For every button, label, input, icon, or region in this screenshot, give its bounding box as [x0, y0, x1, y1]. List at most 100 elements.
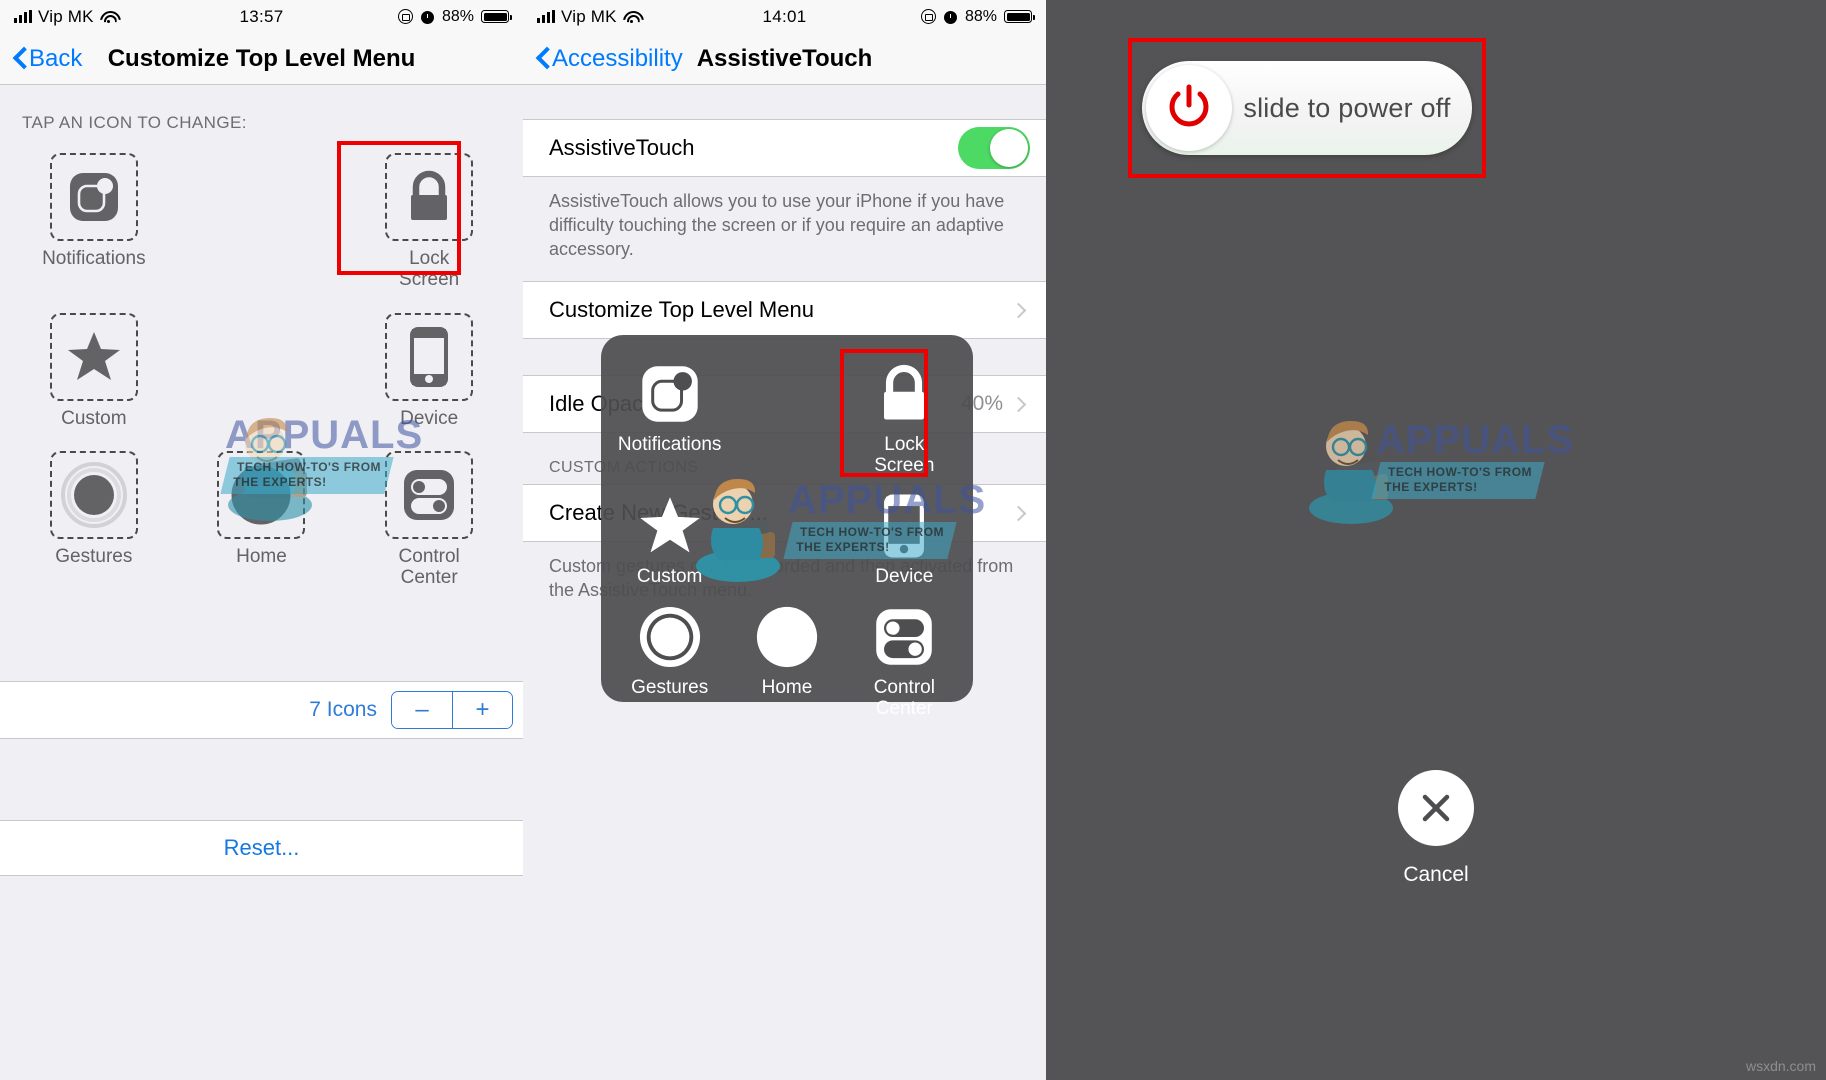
menu-item-home[interactable]: Home — [728, 600, 845, 720]
chevron-right-icon — [1010, 302, 1027, 319]
battery-icon — [1004, 10, 1035, 23]
chevron-left-icon — [14, 47, 27, 70]
icon-cell-notifications[interactable]: Notifications — [14, 153, 174, 291]
close-icon — [1422, 794, 1450, 822]
panel-customize-top-level-menu: Vip MK 13:57 88% Back Customize Top Leve… — [0, 0, 523, 1080]
alarm-icon — [420, 9, 435, 24]
home-icon — [756, 606, 818, 667]
menu-item-gestures[interactable]: Gestures — [611, 600, 728, 720]
slide-to-power-off-slider[interactable]: slide to power off — [1142, 61, 1472, 155]
menu-item-label: Device — [875, 565, 934, 587]
assistivetouch-toggle[interactable] — [958, 127, 1030, 169]
back-button[interactable]: Back — [0, 45, 82, 73]
alarm-icon — [943, 9, 958, 24]
slide-to-power-off-highlight: slide to power off — [1128, 38, 1486, 178]
menu-item-lock-screen[interactable]: Lock Screen — [839, 349, 963, 477]
power-slider-knob[interactable] — [1146, 65, 1232, 151]
battery-percent-label: 88% — [441, 7, 474, 25]
three-screenshot-strip: Vip MK 13:57 88% Back Customize Top Leve… — [0, 0, 1826, 1080]
back-button-label: Back — [29, 44, 83, 72]
icon-slot — [217, 450, 306, 539]
lock-icon — [884, 364, 925, 420]
tap-icon-caption: TAP AN ICON TO CHANGE: — [22, 113, 247, 132]
menu-item-empty-1 — [728, 357, 845, 477]
rotation-lock-icon — [397, 9, 413, 24]
icon-cell-device[interactable]: Device — [349, 312, 509, 429]
icon-cell-lock-screen[interactable]: Lock Screen — [337, 141, 509, 291]
nav-bar-panel2: Accessibility AssistiveTouch — [523, 33, 1046, 85]
menu-item-device[interactable]: Device — [846, 489, 963, 588]
icon-slot — [385, 450, 474, 539]
watermark-line-1: TECH HOW-TO'S FROM — [1387, 465, 1533, 479]
power-icon — [1169, 84, 1209, 127]
assistivetouch-label: AssistiveTouch — [549, 135, 695, 160]
icon-cell-control-center[interactable]: Control Center — [349, 450, 509, 589]
notifications-icon — [641, 366, 698, 422]
menu-item-label: Lock Screen — [874, 434, 935, 476]
chevron-right-icon — [1010, 505, 1027, 522]
icon-label: Custom — [61, 407, 127, 429]
panel3-content: slide to power off APPUALS TECH HOW-TO'S… — [1046, 0, 1826, 1080]
menu-item-control-center[interactable]: Control Center — [846, 600, 963, 720]
icon-slot — [385, 153, 474, 241]
assistivetouch-toggle-row[interactable]: AssistiveTouch — [523, 119, 1046, 177]
chevron-right-icon — [1010, 396, 1027, 413]
panel2-content: AssistiveTouch AssistiveTouch allows you… — [523, 85, 1046, 1080]
icon-count-stepper[interactable]: – + — [391, 691, 513, 729]
panel-power-off: slide to power off APPUALS TECH HOW-TO'S… — [1046, 0, 1826, 1080]
menu-item-label: Notifications — [617, 434, 722, 455]
rotation-lock-icon — [920, 9, 936, 24]
reset-label: Reset... — [223, 835, 300, 860]
watermark-word: APPUALS — [1376, 418, 1575, 462]
back-to-accessibility-button[interactable]: Accessibility — [523, 45, 683, 73]
icon-slot — [633, 600, 707, 674]
icon-slot — [49, 450, 138, 539]
icon-cell-empty-1 — [181, 153, 341, 291]
icon-slot — [867, 357, 941, 431]
control-center-icon — [876, 608, 933, 665]
reset-row[interactable]: Reset... — [0, 820, 523, 876]
notifications-icon — [69, 173, 118, 221]
status-bar-panel1: Vip MK 13:57 88% — [0, 0, 523, 33]
customize-top-level-menu-row[interactable]: Customize Top Level Menu — [523, 281, 1046, 340]
slide-to-power-off-label: slide to power off — [1243, 92, 1451, 123]
status-right-group: 88% — [920, 7, 1035, 26]
icon-cell-gestures[interactable]: Gestures — [14, 450, 174, 589]
gestures-icon — [639, 606, 700, 667]
battery-icon — [481, 10, 512, 23]
back-button-label: Accessibility — [552, 44, 683, 72]
icon-count-label: 7 Icons — [309, 698, 377, 721]
menu-item-label: Gestures — [631, 676, 709, 698]
icon-cell-empty-2 — [181, 313, 341, 429]
gestures-icon — [60, 461, 127, 528]
device-icon — [410, 326, 449, 387]
icon-slot — [49, 312, 138, 401]
icon-label: Lock Screen — [399, 248, 460, 291]
device-icon — [884, 494, 925, 558]
menu-item-custom[interactable]: Custom — [611, 489, 728, 588]
decrement-icons-button[interactable]: – — [392, 692, 452, 728]
icon-label: Device — [400, 407, 459, 429]
icon-slot — [385, 312, 474, 401]
icon-slot — [49, 153, 138, 241]
watermark-tagline: TECH HOW-TO'S FROM THE EXPERTS! — [1371, 462, 1545, 499]
icon-label: Control Center — [398, 545, 460, 589]
menu-item-notifications[interactable]: Notifications — [611, 357, 728, 477]
icon-cell-custom[interactable]: Custom — [14, 312, 174, 429]
icon-slot — [867, 600, 941, 674]
panel1-content: TAP AN ICON TO CHANGE: Notifications Loc… — [0, 85, 523, 1080]
watermark-line-2: THE EXPERTS! — [1384, 480, 1478, 494]
icon-cell-home[interactable]: Home — [181, 450, 341, 589]
lock-icon — [411, 170, 448, 220]
icon-label: Gestures — [55, 545, 133, 567]
increment-icons-button[interactable]: + — [452, 692, 512, 728]
icon-slot — [633, 357, 707, 431]
cancel-button[interactable] — [1398, 770, 1474, 846]
status-bar-panel2: Vip MK 14:01 88% — [523, 0, 1046, 33]
icon-grid: Notifications Lock Screen Custom Device … — [0, 141, 523, 589]
battery-percent-label: 88% — [964, 7, 997, 25]
icon-count-row: 7 Icons – + — [0, 681, 523, 739]
nav-bar-panel1: Back Customize Top Level Menu — [0, 33, 523, 85]
cancel-label: Cancel — [1403, 863, 1469, 886]
icon-slot — [867, 489, 941, 563]
